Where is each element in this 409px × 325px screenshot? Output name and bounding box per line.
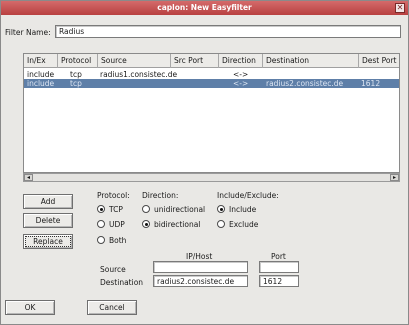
source-port-input[interactable] <box>259 261 299 273</box>
cell-protocol: tcp <box>70 70 82 79</box>
include-exclude-label: Include/Exclude: <box>217 191 279 200</box>
cell-inex: include <box>27 70 55 79</box>
column-source[interactable]: Source <box>98 54 171 68</box>
direction-bidirectional-label[interactable]: bidirectional <box>154 220 200 229</box>
exclude-option-label[interactable]: Exclude <box>229 220 258 229</box>
add-button[interactable]: Add <box>23 194 73 209</box>
cancel-button[interactable]: Cancel <box>87 300 137 315</box>
column-destination[interactable]: Destination <box>263 54 359 68</box>
column-inex[interactable]: In/Ex <box>24 54 58 68</box>
close-icon[interactable]: ✕ <box>395 3 405 13</box>
column-direction[interactable]: Direction <box>219 54 263 68</box>
include-option-label[interactable]: Include <box>229 205 256 214</box>
include-radio[interactable] <box>217 205 225 213</box>
column-src-port[interactable]: Src Port <box>171 54 219 68</box>
ok-button[interactable]: OK <box>5 300 55 315</box>
destination-label: Destination <box>100 278 144 287</box>
cell-direction: <-> <box>233 79 249 88</box>
title-bar: caplon: New Easyfilter ✕ <box>1 1 408 15</box>
column-protocol[interactable]: Protocol <box>58 54 98 68</box>
destination-host-input[interactable]: radius2.consistec.de <box>153 275 248 287</box>
direction-unidirectional-label[interactable]: unidirectional <box>154 205 205 214</box>
cell-direction: <-> <box>233 70 249 79</box>
filter-name-input[interactable]: Radius <box>55 25 401 38</box>
protocol-both-radio[interactable] <box>97 236 105 244</box>
easyfilter-dialog: caplon: New Easyfilter ✕ Filter Name: Ra… <box>0 0 409 325</box>
rules-table: In/Ex Protocol Source Src Port Direction… <box>23 53 400 173</box>
scroll-left-icon[interactable]: ◂ <box>24 174 33 181</box>
direction-label: Direction: <box>142 191 179 200</box>
table-row[interactable]: include tcp radius1.consistec.de <-> <box>24 70 399 79</box>
delete-button[interactable]: Delete <box>23 213 73 228</box>
scroll-right-icon[interactable]: ▸ <box>390 174 399 181</box>
cell-inex: include <box>27 79 55 88</box>
ip-host-header: IP/Host <box>186 252 213 261</box>
protocol-tcp-label[interactable]: TCP <box>109 205 123 214</box>
table-header: In/Ex Protocol Source Src Port Direction… <box>24 54 399 68</box>
protocol-tcp-radio[interactable] <box>97 205 105 213</box>
cell-destination: radius2.consistec.de <box>266 79 344 88</box>
window-title: caplon: New Easyfilter <box>157 3 252 12</box>
protocol-label: Protocol: <box>97 191 130 200</box>
column-dest-port[interactable]: Dest Port <box>359 54 401 68</box>
cell-source: radius1.consistec.de <box>100 70 178 79</box>
port-header: Port <box>271 252 286 261</box>
direction-bidirectional-radio[interactable] <box>142 220 150 228</box>
destination-port-input[interactable]: 1612 <box>259 275 299 287</box>
protocol-both-label[interactable]: Both <box>109 236 126 245</box>
table-row[interactable]: include tcp <-> radius2.consistec.de 161… <box>24 79 399 88</box>
cell-dest-port: 1612 <box>361 79 381 88</box>
source-host-input[interactable] <box>153 261 248 273</box>
direction-unidirectional-radio[interactable] <box>142 205 150 213</box>
source-label: Source <box>100 265 126 274</box>
cell-protocol: tcp <box>70 79 82 88</box>
protocol-udp-radio[interactable] <box>97 220 105 228</box>
filter-name-label: Filter Name: <box>5 28 51 37</box>
protocol-udp-label[interactable]: UDP <box>109 220 125 229</box>
exclude-radio[interactable] <box>217 220 225 228</box>
replace-button[interactable]: Replace <box>23 234 73 249</box>
horizontal-scrollbar[interactable]: ◂ ▸ <box>23 173 400 182</box>
